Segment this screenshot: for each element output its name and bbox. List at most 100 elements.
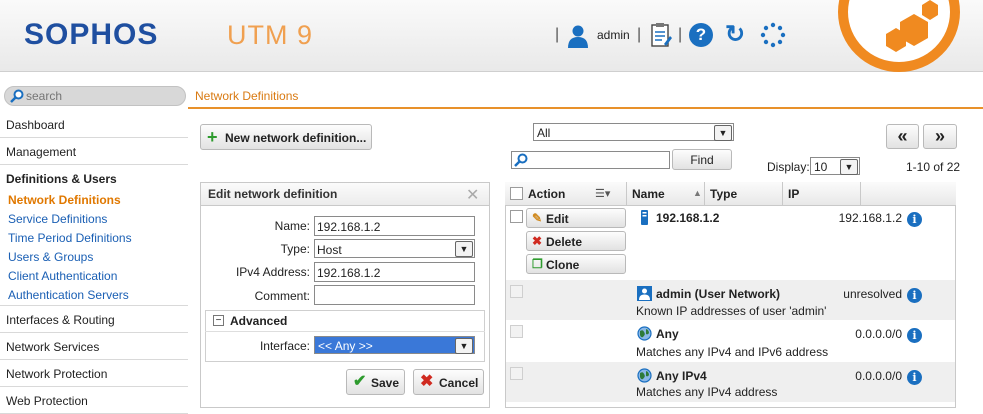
sidebar-subitem-time-period-definitions[interactable]: Time Period Definitions <box>8 231 132 245</box>
sort-menu-icon[interactable]: ☰▾ <box>595 187 610 200</box>
sidebar-item-management[interactable]: Management <box>0 139 188 165</box>
product-name: UTM 9 <box>227 20 313 50</box>
row-description: Matches any IPv4 and IPv6 address <box>636 345 829 359</box>
sidebar-subitem-service-definitions[interactable]: Service Definitions <box>8 212 107 226</box>
column-divider <box>626 182 627 206</box>
display-label: Display: <box>767 160 810 174</box>
collapse-icon[interactable]: − <box>213 315 224 326</box>
sidebar-subitem-users-groups[interactable]: Users & Groups <box>8 250 93 264</box>
breadcrumb: Network Definitions <box>195 89 299 103</box>
name-field[interactable]: 192.168.1.2 <box>314 216 475 236</box>
row-checkbox <box>510 325 523 338</box>
spinner-icon <box>760 22 786 48</box>
help-icon[interactable]: ? <box>689 23 713 47</box>
column-header-ip[interactable]: IP <box>788 187 799 201</box>
edit-row-button[interactable]: ✎ Edit <box>526 208 626 228</box>
globe-icon <box>637 368 652 383</box>
host-icon <box>637 210 652 225</box>
delete-row-label: Delete <box>546 235 583 249</box>
delete-row-button[interactable]: ✖ Delete <box>526 231 626 251</box>
display-count-value: 10 <box>814 160 828 174</box>
info-icon[interactable]: i <box>907 212 922 227</box>
new-network-definition-button[interactable]: + New network definition... <box>200 124 372 150</box>
row-ip: unresolved <box>843 287 902 301</box>
sidebar-item-definitions-users[interactable]: Definitions & Users <box>6 172 117 186</box>
type-filter-select[interactable]: All ▼ <box>533 123 734 141</box>
next-page-button[interactable]: » <box>923 124 957 149</box>
column-header-action: Action <box>528 187 566 201</box>
info-icon[interactable]: i <box>907 288 922 303</box>
row-name[interactable]: Any <box>656 327 679 341</box>
find-button[interactable]: Find <box>672 149 732 170</box>
user-icon[interactable] <box>566 24 590 48</box>
header-separator: | <box>637 26 642 43</box>
display-count-select[interactable]: 10 ▼ <box>810 157 860 175</box>
row-checkbox[interactable] <box>510 210 523 223</box>
checkmark-icon: ✔ <box>353 373 367 390</box>
sidebar-subitem-authentication-servers[interactable]: Authentication Servers <box>8 288 129 302</box>
row-name[interactable]: admin (User Network) <box>656 287 780 301</box>
sidebar-item-network-protection[interactable]: Network Protection <box>0 361 188 387</box>
type-filter-value: All <box>537 126 551 140</box>
user-name-link[interactable]: admin <box>597 28 630 42</box>
notes-icon[interactable] <box>650 22 672 48</box>
row-name[interactable]: Any IPv4 <box>656 369 707 383</box>
sophos-emblem <box>838 0 960 72</box>
edit-row-label: Edit <box>546 212 569 226</box>
name-field-value: 192.168.1.2 <box>317 220 381 234</box>
cancel-button[interactable]: ✖ Cancel <box>413 369 484 395</box>
pager-range: 1-10 of 22 <box>906 160 961 174</box>
header-separator: | <box>678 26 683 43</box>
column-divider <box>860 182 861 206</box>
info-icon[interactable]: i <box>907 370 922 385</box>
sidebar-subitem-client-authentication[interactable]: Client Authentication <box>8 269 117 283</box>
column-divider <box>782 182 783 206</box>
clone-icon: ❐ <box>532 257 543 271</box>
clone-row-button[interactable]: ❐ Clone <box>526 254 626 274</box>
info-icon[interactable]: i <box>907 328 922 343</box>
column-header-name[interactable]: Name <box>632 187 665 201</box>
ipv4-address-field[interactable]: 192.168.1.2 <box>314 262 475 282</box>
save-button[interactable]: ✔ Save <box>346 369 405 395</box>
sidebar-search-input[interactable] <box>26 88 176 104</box>
type-select[interactable]: Host ▼ <box>314 239 475 258</box>
clone-row-label: Clone <box>546 258 580 272</box>
row-ip: 0.0.0.0/0 <box>855 327 902 341</box>
interface-label: Interface: <box>259 339 310 353</box>
sidebar-item-web-protection[interactable]: Web Protection <box>0 388 188 414</box>
type-select-value: Host <box>317 243 342 257</box>
select-all-checkbox[interactable] <box>510 187 523 200</box>
column-header-type[interactable]: Type <box>710 187 737 201</box>
row-description: Matches any IPv4 address <box>636 385 778 399</box>
new-network-definition-label: New network definition... <box>225 131 367 145</box>
previous-page-button[interactable]: « <box>886 124 919 149</box>
close-icon[interactable]: ✕ <box>466 185 479 205</box>
chevron-down-icon: ▼ <box>714 125 732 141</box>
filter-search-input[interactable] <box>511 151 670 169</box>
x-icon: ✖ <box>420 373 434 390</box>
cancel-button-label: Cancel <box>439 376 479 390</box>
sidebar-item-dashboard[interactable]: Dashboard <box>0 112 188 138</box>
sidebar-item-network-services[interactable]: Network Services <box>0 334 188 360</box>
sidebar-item-interfaces-routing[interactable]: Interfaces & Routing <box>0 307 188 333</box>
row-description: Known IP addresses of user 'admin' <box>636 304 827 318</box>
edit-icon: ✎ <box>532 211 543 225</box>
row-name[interactable]: 192.168.1.2 <box>656 211 719 225</box>
refresh-icon[interactable]: ↻ <box>722 22 748 48</box>
name-label: Name: <box>274 219 310 233</box>
row-ip: 0.0.0.0/0 <box>855 369 902 383</box>
sophos-logo: SOPHOS <box>24 18 159 51</box>
ipv4-address-value: 192.168.1.2 <box>317 266 381 280</box>
save-button-label: Save <box>371 376 400 390</box>
globe-icon <box>637 326 652 341</box>
comment-field[interactable] <box>314 285 475 305</box>
type-label: Type: <box>280 242 310 256</box>
row-ip: 192.168.1.2 <box>838 211 902 225</box>
sidebar-subitem-network-definitions[interactable]: Network Definitions <box>8 193 121 207</box>
find-button-label: Find <box>690 153 714 167</box>
header-separator: | <box>555 26 560 43</box>
interface-select[interactable]: << Any >> ▼ <box>314 336 475 354</box>
search-icon <box>10 89 24 103</box>
edit-panel-title: Edit network definition <box>208 187 338 201</box>
advanced-label[interactable]: Advanced <box>230 314 287 328</box>
